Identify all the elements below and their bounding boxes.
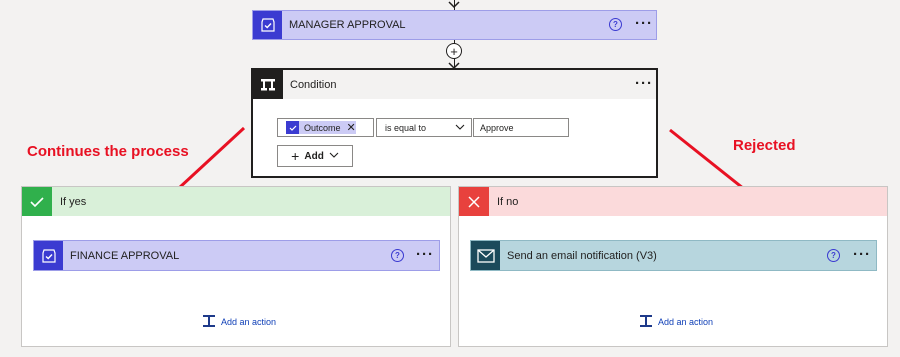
branch-no-header[interactable]: If no (459, 187, 887, 216)
add-action-label: Add an action (221, 317, 277, 327)
branch-no-title: If no (497, 196, 519, 208)
help-icon[interactable]: ? (391, 249, 404, 262)
condition-icon (253, 70, 283, 99)
approval-icon (253, 11, 282, 39)
mail-icon (471, 241, 500, 270)
more-options-icon[interactable]: ··· (853, 247, 871, 262)
condition-card[interactable]: Condition ··· Outcome ✕ is equal to Appr… (251, 68, 658, 178)
help-icon[interactable]: ? (609, 18, 622, 31)
email-notification-card[interactable]: Send an email notification (V3) ? ··· (470, 240, 877, 271)
branch-yes: If yes FINANCE APPROVAL ? ··· Add an act… (21, 186, 451, 347)
condition-right-operand[interactable]: Approve (473, 118, 569, 137)
manager-approval-card[interactable]: MANAGER APPROVAL ? ··· (252, 10, 657, 40)
plus-icon: + (291, 148, 300, 164)
help-icon[interactable]: ? (827, 249, 840, 262)
branch-yes-header[interactable]: If yes (22, 187, 450, 216)
add-action-icon (202, 314, 216, 330)
add-button-label: Add (304, 150, 324, 162)
chevron-down-icon (329, 147, 339, 165)
email-notification-title: Send an email notification (V3) (507, 250, 657, 262)
approval-icon (34, 241, 63, 270)
chevron-down-icon (455, 122, 465, 135)
finance-approval-card[interactable]: FINANCE APPROVAL ? ··· (33, 240, 440, 271)
approval-icon (286, 121, 299, 134)
more-options-icon[interactable]: ··· (635, 16, 653, 31)
add-action-label: Add an action (658, 317, 714, 327)
condition-left-operand[interactable]: Outcome ✕ (277, 118, 374, 137)
right-operand-value: Approve (480, 123, 514, 133)
add-action-link-yes[interactable]: Add an action (202, 314, 276, 330)
condition-header: Condition ··· (253, 70, 656, 99)
finance-approval-title: FINANCE APPROVAL (70, 250, 180, 262)
operator-value: is equal to (385, 123, 427, 133)
more-options-icon[interactable]: ··· (635, 76, 653, 91)
condition-operator-select[interactable]: is equal to (376, 118, 472, 137)
branch-no: If no Send an email notification (V3) ? … (458, 186, 888, 347)
outcome-token[interactable]: Outcome ✕ (286, 121, 356, 134)
insert-step-plus-icon[interactable]: + (446, 43, 462, 59)
branch-yes-title: If yes (60, 196, 87, 208)
close-icon (459, 187, 489, 216)
outcome-token-label: Outcome (304, 122, 341, 133)
add-button[interactable]: + Add (277, 145, 353, 167)
add-action-link-no[interactable]: Add an action (639, 314, 713, 330)
remove-token-icon[interactable]: ✕ (347, 121, 356, 134)
manager-approval-title: MANAGER APPROVAL (289, 19, 406, 31)
arrow-down-icon (448, 0, 460, 9)
condition-title: Condition (290, 79, 337, 91)
check-icon (22, 187, 52, 216)
add-action-icon (639, 314, 653, 330)
more-options-icon[interactable]: ··· (416, 247, 434, 262)
